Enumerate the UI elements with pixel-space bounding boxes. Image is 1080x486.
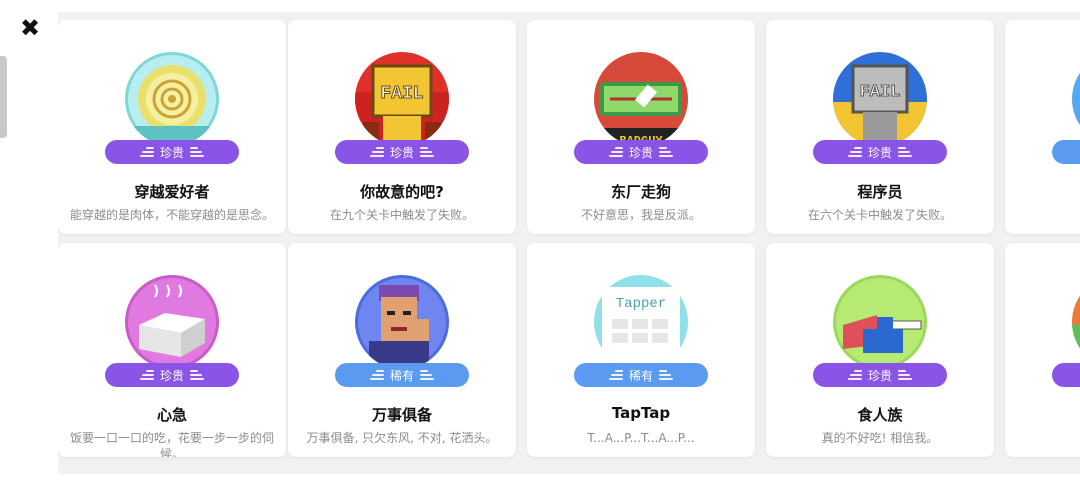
rarity-badge: 珍贵	[813, 363, 947, 387]
rarity-lines-icon	[139, 370, 154, 380]
rarity-badge: 珍贵	[105, 140, 239, 164]
svg-text:FAIL: FAIL	[860, 83, 901, 102]
achievement-card[interactable]: Tapper 稀有 TapTap T...A...P...T...A...P...	[527, 243, 755, 457]
rarity-label: 珍贵	[628, 145, 653, 160]
rarity-badge: 珍贵	[105, 363, 239, 387]
achievement-badge-icon	[833, 275, 927, 369]
rarity-badge: 珍贵	[335, 140, 469, 164]
rarity-badge: 稀有	[574, 363, 708, 387]
rarity-lines-icon	[898, 370, 912, 380]
achievement-card[interactable]: 计算	[1005, 243, 1080, 457]
achievement-badge-icon	[125, 275, 219, 369]
achievement-badge-icon	[125, 52, 219, 146]
rarity-lines-icon	[190, 370, 204, 380]
achievement-badge-icon	[1072, 52, 1080, 146]
rarity-lines-icon	[847, 370, 862, 380]
achievement-description: 万事俱备, 只欠东风, 不对, 花洒头。	[306, 431, 498, 445]
achievement-description: 多喝	[1009, 207, 1080, 223]
rarity-lines-icon	[139, 147, 154, 157]
svg-text:FAIL: FAIL	[380, 84, 423, 104]
rarity-lines-icon	[369, 370, 384, 380]
achievement-title: TapTap	[611, 404, 671, 422]
rarity-lines-icon	[420, 147, 434, 157]
achievement-badge-icon: FAIL	[833, 52, 927, 146]
rarity-lines-icon	[420, 370, 434, 380]
achievement-card[interactable]: 珍贵食人族真的不好吃! 相信我。	[766, 243, 994, 457]
rarity-label: 珍贵	[389, 145, 414, 160]
achievement-badge-icon: FAIL	[355, 52, 449, 146]
rarity-badge: 稀有	[335, 363, 469, 387]
rarity-lines-icon	[659, 370, 673, 380]
rarity-lines-icon	[898, 147, 912, 157]
rarity-label: 珍贵	[867, 145, 892, 160]
achievement-description: 不好意思，我是反派。	[580, 208, 701, 222]
achievement-badge-icon	[1072, 275, 1080, 369]
achievement-card[interactable]: FAIL 珍贵程序员在六个关卡中触发了失败。	[766, 20, 994, 234]
rarity-lines-icon	[847, 147, 862, 157]
rarity-label: 珍贵	[867, 368, 892, 383]
achievement-title: 你故意的吧?	[360, 183, 444, 201]
rarity-badge	[1052, 363, 1080, 387]
achievement-card[interactable]: BADGUY珍贵东厂走狗不好意思，我是反派。	[527, 20, 755, 234]
achievement-title: 穿越爱好者	[134, 183, 210, 201]
achievement-title: 食人族	[857, 406, 903, 424]
achievement-grid: 珍贵 穿越爱好者 能穿越的是肉体，不能穿越的是思念。 FAIL 珍贵 你故意的吧? 在九个关…	[58, 12, 1080, 474]
achievement-title: 心急	[156, 406, 187, 424]
achievement-title: 东厂走狗	[610, 183, 671, 201]
side-drawer-handle[interactable]	[0, 56, 7, 138]
achievement-description: 能穿越的是肉体，不能穿越的是思念。	[69, 208, 274, 222]
achievement-description: 在九个关卡中触发了失败。	[329, 208, 474, 222]
achievement-card[interactable]: FAIL 珍贵你故意的吧? 在九个关卡中触发了失败。	[288, 20, 516, 234]
achievement-badge-icon	[355, 275, 449, 369]
achievement-badge-icon: Tapper	[594, 275, 688, 369]
achievement-title: 程序员	[857, 183, 903, 201]
achievement-badge-icon: BADGUY	[594, 52, 688, 146]
achievement-description: 在六个关卡中触发了失败。	[807, 208, 952, 222]
svg-text:Tapper: Tapper	[616, 296, 666, 312]
rarity-label: 珍贵	[159, 368, 184, 383]
rarity-badge: 珍贵	[813, 140, 947, 164]
rarity-lines-icon	[659, 147, 673, 157]
achievement-description: T...A...P...T...A...P...	[587, 431, 695, 445]
rarity-label: 稀有	[389, 368, 414, 383]
rarity-lines-icon	[369, 147, 384, 157]
rarity-badge: 珍贵	[574, 140, 708, 164]
achievement-description: 饭要一口一口的吃，花要一步一步的伺候。	[69, 431, 274, 457]
close-icon[interactable]: ✖	[18, 16, 42, 40]
achievement-card[interactable]: 珍贵心急饭要一口一口的吃，花要一步一步的伺候。	[58, 243, 286, 457]
achievement-card[interactable]: 多喝	[1005, 20, 1080, 234]
achievement-title: 万事俱备	[371, 406, 432, 424]
rarity-lines-icon	[608, 147, 623, 157]
rarity-lines-icon	[190, 147, 204, 157]
rarity-label: 珍贵	[159, 145, 184, 160]
achievement-card[interactable]: 珍贵穿越爱好者能穿越的是肉体，不能穿越的是思念。	[58, 20, 286, 234]
rarity-badge	[1052, 140, 1080, 164]
achievement-card[interactable]: 稀有万事俱备万事俱备, 只欠东风, 不对, 花洒头。	[288, 243, 516, 457]
rarity-lines-icon	[608, 370, 623, 380]
achievement-description: 真的不好吃! 相信我。	[821, 431, 939, 445]
achievement-description: 计算	[1009, 430, 1080, 446]
rarity-label: 稀有	[628, 368, 653, 383]
